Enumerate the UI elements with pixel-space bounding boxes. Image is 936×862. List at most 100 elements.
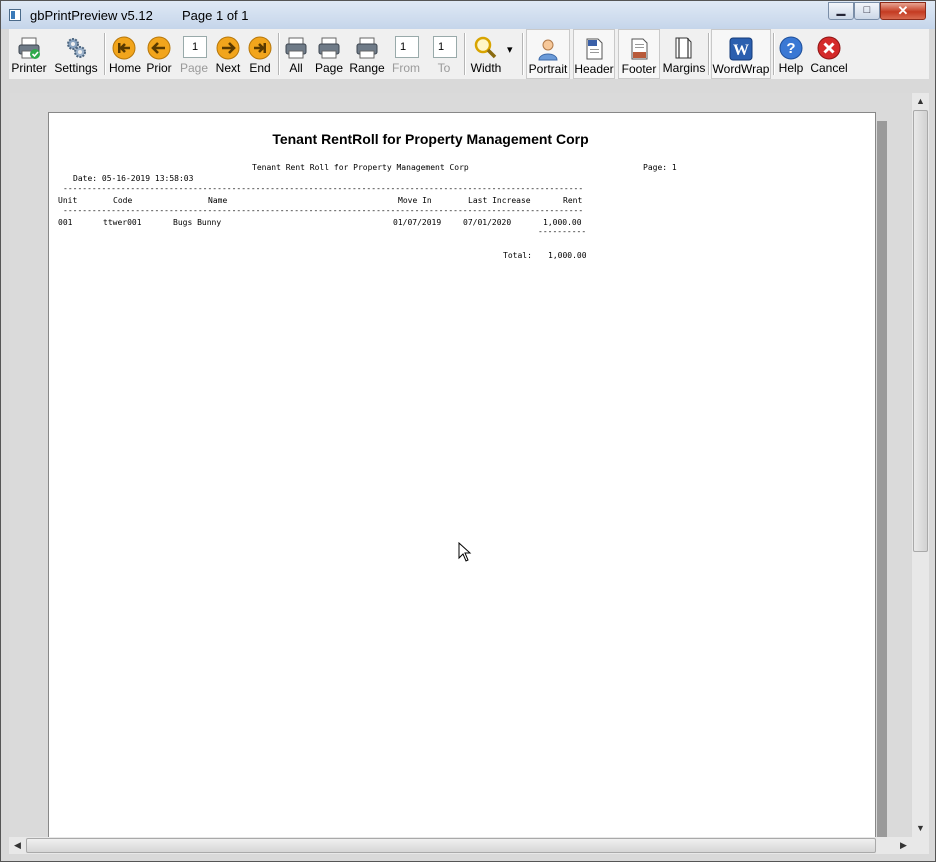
scroll-right-icon[interactable]: ▶	[895, 837, 912, 854]
page-number-control[interactable]: 1 Page	[179, 29, 209, 79]
margins-icon	[675, 37, 692, 59]
width-label: Width	[470, 61, 502, 75]
prior-label: Prior	[146, 61, 172, 75]
print-range-button[interactable]: Range	[349, 29, 385, 79]
range-from-field[interactable]: 1	[395, 36, 419, 58]
next-arrow-icon	[216, 36, 240, 60]
col-code: Code	[113, 196, 133, 205]
print-page-icon	[318, 37, 340, 59]
horizontal-scroll-thumb[interactable]	[26, 838, 876, 853]
printer-button[interactable]: Printer	[9, 29, 49, 79]
zoom-dropdown[interactable]: ▾	[505, 29, 519, 79]
close-button[interactable]: ✕	[880, 2, 926, 20]
portrait-button[interactable]: Portrait	[526, 29, 570, 79]
report-date: Date: 05-16-2019 13:58:03	[73, 174, 194, 183]
cell-rent: 1,000.00	[543, 218, 582, 227]
footer-button[interactable]: Footer	[618, 29, 660, 79]
report-header-title: Tenant Rent Roll for Property Management…	[252, 163, 469, 172]
report-page-number: Page: 1	[643, 163, 677, 172]
prior-button[interactable]: Prior	[145, 29, 173, 79]
cell-unit: 001	[58, 218, 73, 227]
next-button[interactable]: Next	[214, 29, 242, 79]
app-version: v5.12	[121, 8, 153, 23]
toolbar-separator	[104, 33, 106, 75]
range-to-control[interactable]: 1 To	[429, 29, 459, 79]
print-range-icon	[356, 37, 378, 59]
wordwrap-button[interactable]: W WordWrap	[711, 29, 771, 79]
toolbar-separator	[773, 33, 775, 75]
print-all-button[interactable]: All	[283, 29, 309, 79]
word-icon: W	[729, 37, 753, 61]
help-icon: ?	[779, 36, 803, 60]
prev-arrow-icon	[147, 36, 171, 60]
header-label: Header	[574, 62, 614, 76]
toolbar-separator	[708, 33, 710, 75]
vertical-scrollbar[interactable]: ▲ ▼	[912, 93, 929, 837]
magnifier-icon	[474, 36, 497, 59]
page-number-label: Page	[179, 61, 209, 75]
col-name: Name	[208, 196, 228, 205]
gears-icon	[67, 38, 86, 58]
svg-text:W: W	[733, 42, 749, 59]
end-button[interactable]: End	[247, 29, 273, 79]
col-rent: Rent	[563, 196, 583, 205]
scroll-down-icon[interactable]: ▼	[912, 820, 929, 837]
help-button[interactable]: ? Help	[777, 29, 805, 79]
page-info: Page 1 of 1	[182, 8, 249, 23]
chevron-down-icon: ▾	[507, 44, 513, 56]
first-page-icon	[112, 36, 136, 60]
printer-icon	[18, 37, 40, 59]
col-last-increase: Last Increase	[468, 196, 531, 205]
print-page-label: Page	[314, 61, 344, 75]
range-from-control[interactable]: 1 From	[391, 29, 421, 79]
home-label: Home	[109, 61, 142, 75]
print-preview-window: gbPrintPreview v5.12 Page 1 of 1 ▁ □ ✕ P…	[0, 0, 936, 862]
total-value: 1,000.00	[548, 251, 587, 260]
header-button[interactable]: Header	[573, 29, 615, 79]
cancel-icon	[817, 36, 841, 60]
page-header-icon	[586, 38, 603, 60]
range-from-label: From	[392, 61, 420, 75]
margins-button[interactable]: Margins	[662, 29, 706, 79]
app-name: gbPrintPreview	[30, 8, 118, 23]
scroll-left-icon[interactable]: ◀	[9, 837, 26, 854]
printer-label: Printer	[11, 61, 47, 75]
print-page-button[interactable]: Page	[313, 29, 345, 79]
report-page: Tenant RentRoll for Property Management …	[48, 112, 876, 837]
col-unit: Unit	[58, 196, 78, 205]
toolbar-separator	[522, 33, 524, 75]
end-label: End	[249, 61, 271, 75]
cancel-button[interactable]: Cancel	[809, 29, 849, 79]
scrollbar-corner	[912, 837, 929, 854]
subtotal-rule: ----------	[538, 227, 587, 236]
width-button[interactable]: Width	[469, 29, 503, 79]
title-bar[interactable]: gbPrintPreview v5.12 Page 1 of 1 ▁ □ ✕	[1, 1, 935, 29]
range-to-field[interactable]: 1	[433, 36, 457, 58]
cell-last-increase: 07/01/2020	[463, 218, 512, 227]
toolbar-separator	[464, 33, 466, 75]
cell-name: Bugs Bunny	[173, 218, 222, 227]
maximize-button[interactable]: □	[854, 2, 880, 20]
next-label: Next	[215, 61, 241, 75]
cancel-label: Cancel	[810, 61, 848, 75]
range-to-label: To	[437, 61, 451, 75]
preview-area[interactable]: Tenant RentRoll for Property Management …	[9, 93, 911, 837]
margins-label: Margins	[662, 61, 706, 75]
home-button[interactable]: Home	[109, 29, 142, 79]
minimize-button[interactable]: ▁	[828, 2, 854, 20]
vertical-scroll-thumb[interactable]	[913, 110, 928, 552]
cell-code: ttwer001	[103, 218, 142, 227]
horizontal-scrollbar[interactable]: ◀ ▶	[9, 837, 912, 854]
help-label: Help	[778, 61, 804, 75]
scroll-up-icon[interactable]: ▲	[912, 93, 929, 110]
col-move-in: Move In	[398, 196, 432, 205]
page-number-field[interactable]: 1	[183, 36, 207, 58]
settings-button[interactable]: Settings	[53, 29, 99, 79]
last-page-icon	[248, 36, 272, 60]
toolbar-separator	[278, 33, 280, 75]
print-range-label: Range	[349, 61, 385, 75]
header-rule-top: ----------------------------------------…	[63, 184, 584, 193]
print-all-label: All	[289, 61, 303, 75]
wordwrap-label: WordWrap	[712, 62, 770, 76]
header-rule-bottom: ----------------------------------------…	[63, 206, 584, 215]
